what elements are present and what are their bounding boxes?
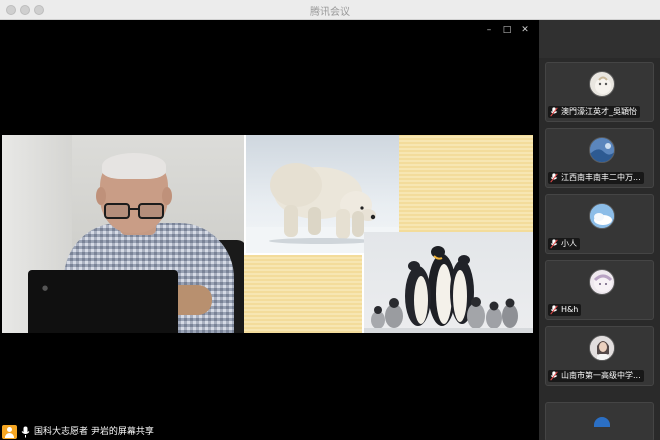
title-bar: 腾讯会议 (0, 0, 660, 20)
laptop-logo-icon: ● (42, 284, 49, 292)
participants-panel: 澳門濠江英才_吳穎怡 江西南丰南丰二中万... 小人 H&h 山南市第一高级中学… (539, 20, 660, 440)
participant-tile[interactable]: 江西南丰南丰二中万... (545, 128, 654, 188)
microphone-muted-icon (550, 239, 558, 249)
participant-label: 澳門濠江英才_吳穎怡 (548, 106, 640, 118)
close-icon[interactable]: ✕ (518, 24, 532, 36)
microphone-icon[interactable] (21, 426, 30, 438)
penguins-image (364, 232, 533, 333)
participant-name: H&h (561, 305, 579, 314)
panel-header (539, 20, 660, 58)
participant-tile[interactable]: 小人 (545, 194, 654, 254)
speaker-video: ● (2, 135, 244, 333)
participant-tile[interactable]: 山南市第一高级中学... (545, 326, 654, 386)
laptop: ● (28, 270, 178, 333)
glasses (104, 203, 164, 219)
participant-label: H&h (548, 304, 582, 316)
avatar (589, 203, 615, 229)
participant-tile-partial[interactable] (545, 402, 654, 440)
speaker-hair (102, 153, 166, 179)
shared-screen: ● (2, 135, 533, 333)
window-title: 腾讯会议 (310, 7, 350, 18)
microphone-muted-icon (550, 173, 558, 183)
participant-label: 小人 (548, 238, 580, 250)
microphone-muted-icon (550, 107, 558, 117)
penguins-icon (364, 246, 533, 333)
participant-tile[interactable]: H&h (545, 260, 654, 320)
presentation-slide (244, 135, 533, 333)
microphone-muted-icon (550, 371, 558, 381)
maximize-icon[interactable]: □ (500, 24, 514, 36)
share-status-bar: 国科大志愿者 尹岩的屏幕共享 (0, 424, 539, 440)
avatar (589, 137, 615, 163)
polar-bear-icon (269, 163, 376, 244)
avatar (589, 71, 615, 97)
avatar (594, 417, 610, 427)
participant-label: 江西南丰南丰二中万... (548, 172, 644, 184)
participant-name: 澳門濠江英才_吳穎怡 (561, 107, 637, 116)
participant-tile[interactable]: 澳門濠江英才_吳穎怡 (545, 62, 654, 122)
avatar (589, 269, 615, 295)
microphone-muted-icon (550, 305, 558, 315)
avatar (589, 335, 615, 361)
yellow-texture-top (399, 135, 533, 232)
participant-name: 山南市第一高级中学... (561, 371, 641, 380)
main-video-area: – □ ✕ ● 国科大志愿者 尹岩的屏幕共享 (0, 20, 539, 440)
participant-name: 小人 (561, 239, 577, 248)
participant-name: 江西南丰南丰二中万... (561, 173, 641, 182)
minimize-icon[interactable]: – (482, 24, 496, 36)
screen-share-label: 国科大志愿者 尹岩的屏幕共享 (34, 427, 154, 437)
user-icon[interactable] (2, 425, 17, 439)
yellow-texture-bottom (244, 255, 362, 333)
participant-label: 山南市第一高级中学... (548, 370, 644, 382)
